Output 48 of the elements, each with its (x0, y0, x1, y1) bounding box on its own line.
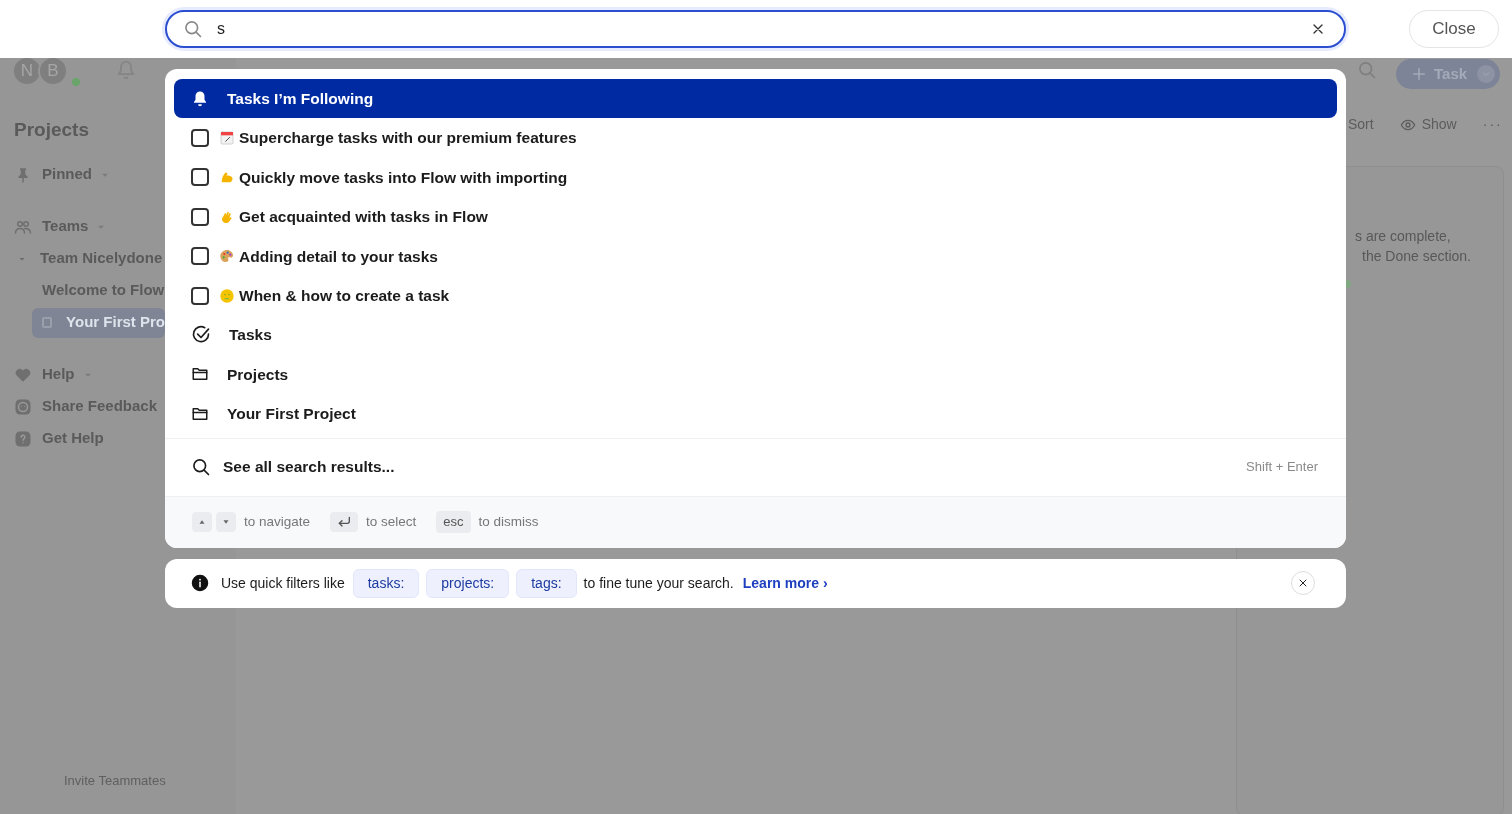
learn-more-link[interactable]: Learn more › (742, 572, 828, 594)
filter-chip[interactable]: tags: (516, 568, 577, 598)
result-label: Your First Project (227, 404, 356, 425)
shortcut-hint: Shift + Enter (1246, 458, 1318, 477)
sidebar-title: Projects (14, 118, 89, 142)
search-result[interactable]: Tasks I’m Following (174, 79, 1337, 119)
result-label: Adding detail to your tasks (239, 246, 438, 267)
key-esc: esc (436, 511, 471, 533)
search-field[interactable]: s (165, 10, 1346, 48)
note-text: the Done section. (1362, 247, 1471, 266)
close-icon (1297, 577, 1309, 589)
result-label: When & how to create a task (239, 286, 450, 306)
close-button[interactable]: Close (1409, 10, 1499, 48)
checkbox[interactable] (191, 247, 209, 266)
dropdown-toggle[interactable] (1477, 65, 1496, 83)
palette-icon (219, 248, 235, 265)
hint-text: to navigate (244, 512, 311, 531)
hint-text: to select (366, 512, 417, 531)
thinking-face-icon (219, 287, 235, 304)
checkbox[interactable] (191, 286, 209, 305)
info-icon (191, 574, 209, 592)
search-icon (1357, 60, 1377, 80)
result-label: Get acquainted with tasks in Flow (239, 207, 488, 228)
checkbox[interactable] (191, 168, 209, 187)
gethelp-icon (14, 429, 32, 448)
tip-text: to fine tune your search. (583, 573, 734, 593)
result-label: Tasks I’m Following (227, 89, 374, 110)
filter-chip[interactable]: tasks: (352, 568, 420, 598)
result-label: Tasks (229, 325, 272, 346)
checkbox[interactable] (191, 207, 209, 226)
tip-text: Use quick filters like (221, 573, 345, 593)
result-label: Projects (227, 364, 289, 385)
calendar-icon (219, 130, 235, 147)
result-label: Supercharge tasks with our premium features (239, 128, 577, 149)
result-label: See all search results... (223, 457, 395, 478)
feedback-icon (14, 397, 32, 416)
search-input[interactable]: s (217, 17, 1294, 41)
note-text: s are complete, (1355, 227, 1451, 246)
see-all-results[interactable]: See all search results... Shift + Enter (165, 437, 1346, 496)
plus-icon (1410, 65, 1428, 83)
bell-icon (191, 89, 209, 108)
hint-text: to dismiss (478, 512, 539, 531)
result-label: Quickly move tasks into Flow with importing (239, 167, 568, 188)
filter-chip[interactable]: projects: (426, 568, 510, 598)
checkbox[interactable] (191, 129, 209, 148)
project-icon (42, 317, 53, 328)
search-icon (191, 457, 211, 477)
search-icon (183, 19, 203, 39)
